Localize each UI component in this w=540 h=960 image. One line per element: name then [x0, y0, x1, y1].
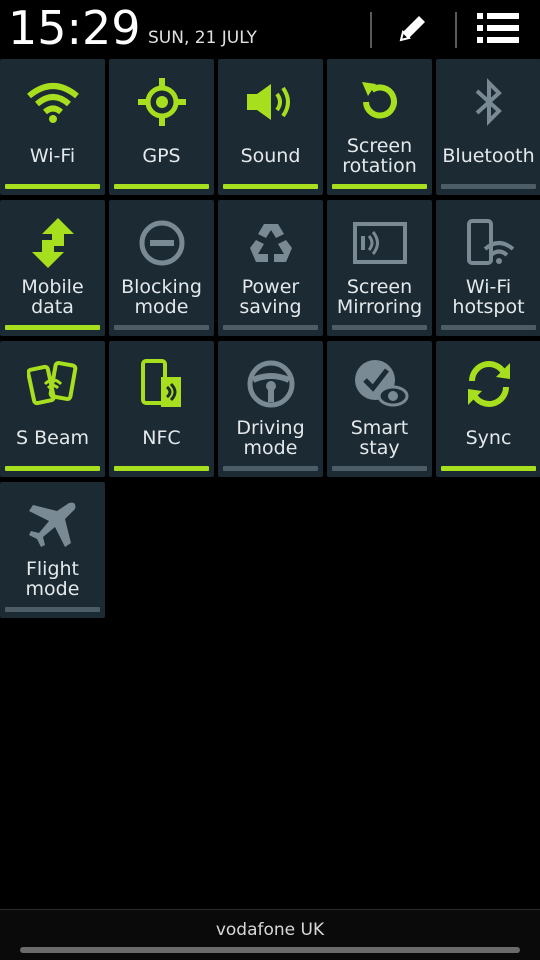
tile-label: Bluetooth	[442, 145, 535, 167]
tile-label: Sync	[465, 427, 512, 449]
tile-label: Screen Mirroring	[336, 276, 423, 318]
flight-mode-icon	[0, 490, 105, 560]
driving-mode-icon	[218, 349, 323, 419]
list-menu-icon	[475, 11, 521, 49]
status-header: 15:29 SUN, 21 JULY	[0, 0, 540, 58]
smart-stay-icon	[327, 349, 432, 419]
blocking-mode-icon	[109, 208, 214, 278]
tile-screen-mirroring[interactable]: Screen Mirroring	[327, 200, 432, 336]
status-bar-off	[332, 466, 427, 471]
status-bar-on	[332, 184, 427, 189]
tile-sound[interactable]: Sound	[218, 59, 323, 195]
tile-screen-rotation[interactable]: Screen rotation	[327, 59, 432, 195]
drag-handle[interactable]	[20, 947, 520, 953]
status-bar-off	[441, 184, 536, 189]
tile-bluetooth[interactable]: Bluetooth	[436, 59, 540, 195]
tile-label: NFC	[142, 427, 181, 449]
header-divider	[455, 12, 457, 48]
pencil-icon	[393, 8, 433, 52]
wifi-hotspot-icon	[436, 208, 540, 278]
wifi-icon	[0, 67, 105, 137]
sync-icon	[436, 349, 540, 419]
tile-driving-mode[interactable]: Driving mode	[218, 341, 323, 477]
tile-mobile-data[interactable]: Mobile data	[0, 200, 105, 336]
status-bar-on	[5, 184, 100, 189]
header-divider	[370, 12, 372, 48]
screen-mirroring-icon	[327, 208, 432, 278]
carrier-label: vodafone UK	[215, 920, 325, 940]
tile-label: Wi-Fi	[29, 145, 76, 167]
tile-label: S Beam	[16, 427, 89, 449]
tile-wi-fi[interactable]: Wi-Fi	[0, 59, 105, 195]
clock-time: 15:29	[8, 1, 141, 55]
status-bar-on	[223, 184, 318, 189]
tile-label: Mobile data	[21, 276, 84, 318]
tile-label: Smart stay	[350, 417, 409, 459]
tile-nfc[interactable]: NFC	[109, 341, 214, 477]
sound-icon	[218, 67, 323, 137]
power-saving-icon	[218, 208, 323, 278]
tile-label: GPS	[142, 145, 181, 167]
screen-rotation-icon	[327, 67, 432, 137]
s-beam-icon	[0, 349, 105, 419]
tile-s-beam[interactable]: S Beam	[0, 341, 105, 477]
bluetooth-icon	[436, 67, 540, 137]
status-bar-off	[223, 466, 318, 471]
tile-blocking-mode[interactable]: Blocking mode	[109, 200, 214, 336]
status-bar-off	[114, 325, 209, 330]
edit-button[interactable]	[383, 8, 443, 52]
tile-sync[interactable]: Sync	[436, 341, 540, 477]
status-bar-on	[5, 325, 100, 330]
tile-label: Flight mode	[25, 558, 80, 600]
gps-icon	[109, 67, 214, 137]
tile-flight-mode[interactable]: Flight mode	[0, 482, 105, 618]
settings-button[interactable]	[468, 8, 528, 52]
tile-label: Driving mode	[236, 417, 305, 459]
status-bar-off	[223, 325, 318, 330]
tile-label: Power saving	[239, 276, 302, 318]
status-bar-on	[5, 466, 100, 471]
status-bar-off	[332, 325, 427, 330]
tile-power-saving[interactable]: Power saving	[218, 200, 323, 336]
status-bar-off	[5, 607, 100, 612]
tile-label: Blocking mode	[121, 276, 202, 318]
status-bar-on	[114, 466, 209, 471]
tile-label: Wi-Fi hotspot	[452, 276, 525, 318]
tile-label: Sound	[240, 145, 301, 167]
nfc-icon	[109, 349, 214, 419]
tile-smart-stay[interactable]: Smart stay	[327, 341, 432, 477]
tile-wi-fi-hotspot[interactable]: Wi-Fi hotspot	[436, 200, 540, 336]
date-label: SUN, 21 JULY	[148, 28, 257, 48]
status-bar-on	[441, 466, 536, 471]
mobile-data-icon	[0, 208, 105, 278]
status-bar-off	[441, 325, 536, 330]
tile-gps[interactable]: GPS	[109, 59, 214, 195]
status-bar-on	[114, 184, 209, 189]
tile-label: Screen rotation	[342, 135, 417, 177]
notification-footer: vodafone UK	[0, 909, 540, 960]
